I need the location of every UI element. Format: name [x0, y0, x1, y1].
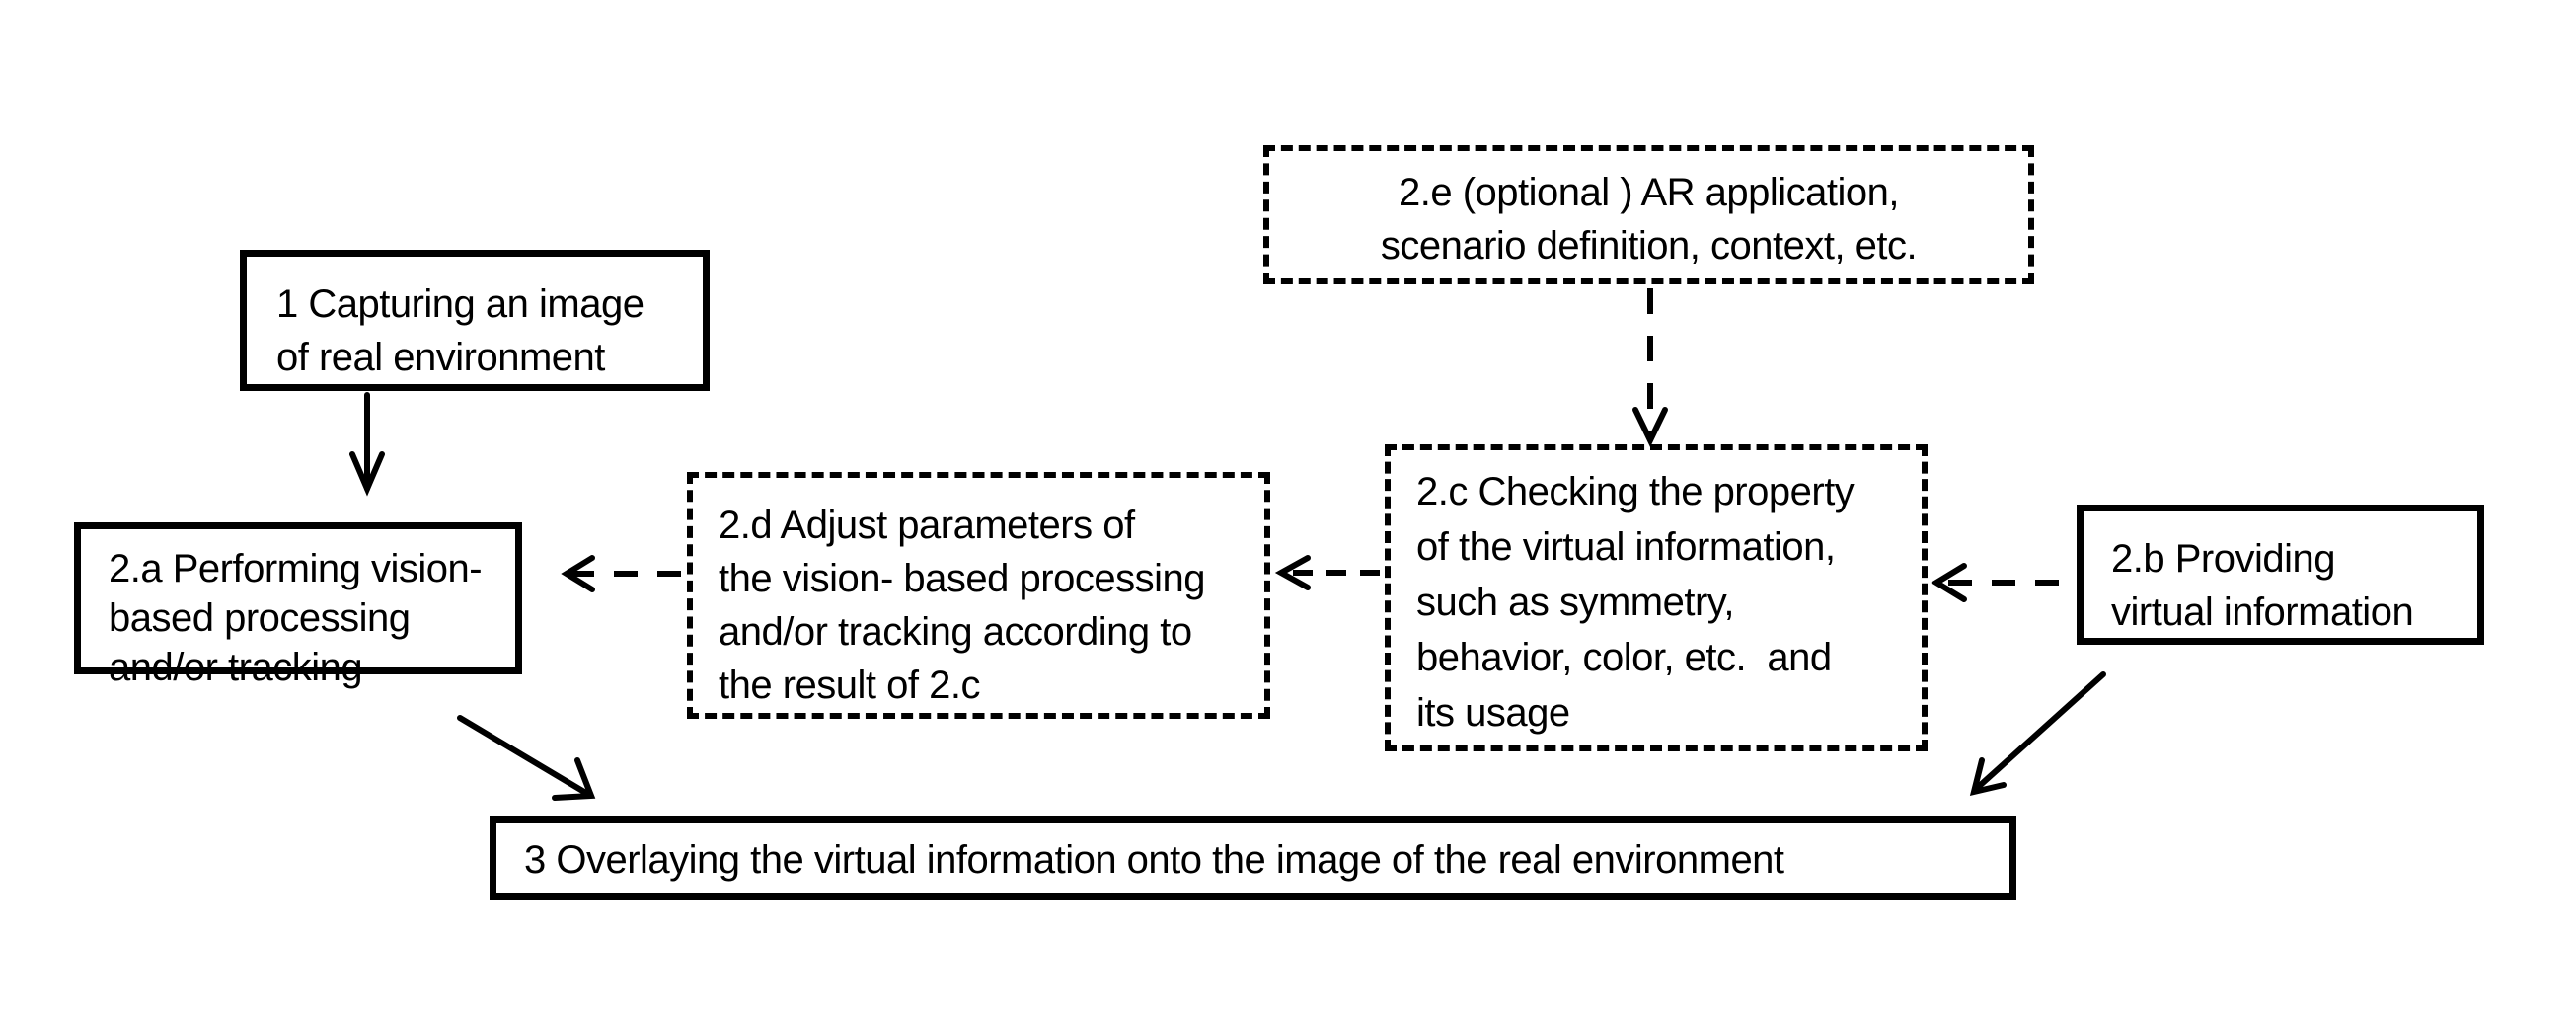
- edge-2b-to-2c: [1931, 563, 2059, 602]
- edge-1-to-2a: [349, 392, 385, 497]
- edge-2d-to-2a: [561, 555, 681, 592]
- edge-2a-to-3: [457, 715, 596, 801]
- edge-2c-to-2d: [1274, 555, 1380, 590]
- edge-2e-to-2c: [1632, 288, 1668, 447]
- arrows-layer: [349, 288, 2106, 801]
- edge-2b-to-3: [1969, 671, 2106, 797]
